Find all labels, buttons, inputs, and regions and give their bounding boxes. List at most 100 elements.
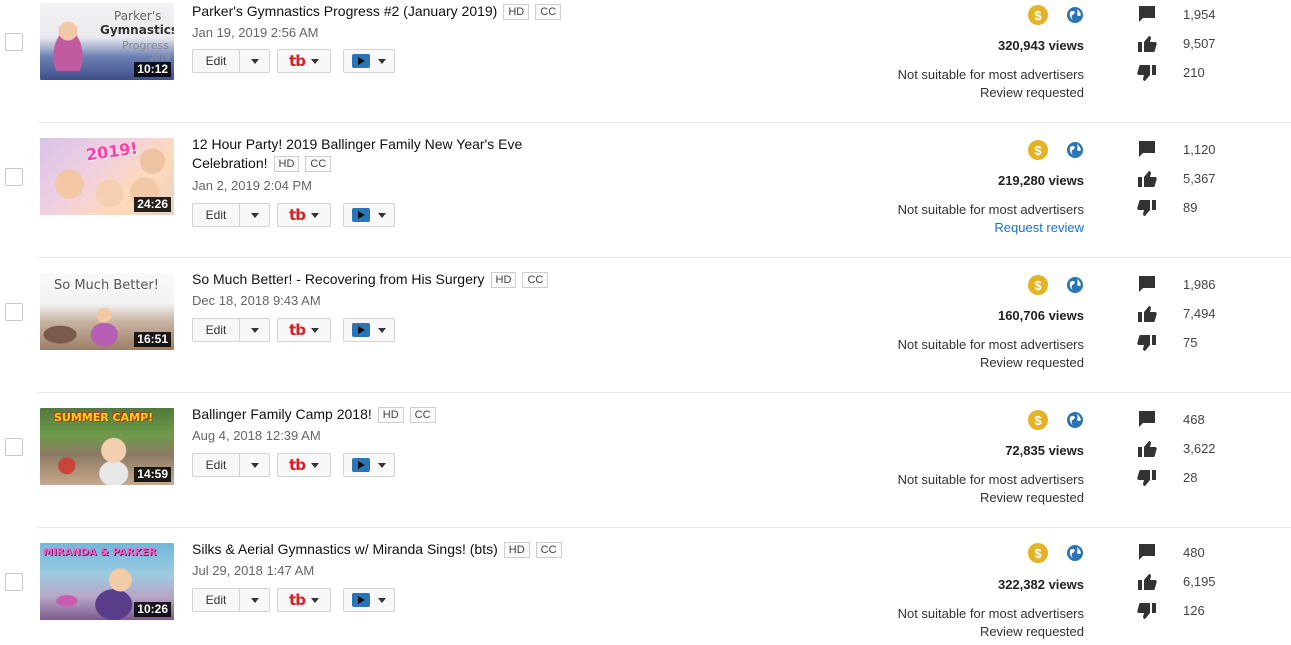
chevron-down-icon	[378, 327, 386, 333]
tubebuddy-button[interactable]: tb	[277, 203, 331, 227]
edit-button[interactable]: Edit	[192, 453, 270, 477]
row-checkbox[interactable]	[5, 438, 23, 456]
comment-count: 1,986	[1183, 277, 1216, 292]
chevron-down-icon	[250, 212, 259, 218]
tubebuddy-button[interactable]: tb	[277, 49, 331, 73]
monetization-icon[interactable]: $	[1028, 5, 1048, 25]
vidiq-menu[interactable]	[344, 319, 394, 341]
edit-button[interactable]: Edit	[192, 588, 270, 612]
globe-icon[interactable]	[1066, 411, 1084, 429]
review-status: Review requested	[979, 624, 1084, 639]
vidiq-menu[interactable]	[344, 204, 394, 226]
monetization-icon[interactable]: $	[1028, 543, 1048, 563]
globe-icon[interactable]	[1066, 6, 1084, 24]
review-status: Review requested	[979, 490, 1084, 505]
vidiq-menu[interactable]	[344, 589, 394, 611]
video-title[interactable]: Silks & Aerial Gymnastics w/ Miranda Sin…	[192, 540, 592, 559]
vidiq-menu[interactable]	[344, 50, 394, 72]
cc-badge: CC	[522, 272, 549, 288]
edit-dropdown[interactable]	[239, 319, 269, 341]
vidiq-button[interactable]	[343, 49, 395, 73]
edit-dropdown[interactable]	[239, 589, 269, 611]
edit-dropdown[interactable]	[239, 204, 269, 226]
thumbs-up-icon	[1138, 441, 1157, 457]
comment-count: 468	[1183, 412, 1205, 427]
monetization-icon[interactable]: $	[1028, 410, 1048, 430]
chevron-down-icon	[250, 327, 259, 333]
dislike-count: 126	[1183, 603, 1205, 618]
edit-label[interactable]: Edit	[193, 454, 239, 476]
video-title[interactable]: So Much Better! - Recovering from His Su…	[192, 270, 592, 289]
video-row: So Much Better! 16:51 So Much Better! - …	[0, 258, 1291, 393]
play-icon	[352, 323, 370, 337]
thumbs-down-icon	[1137, 470, 1156, 486]
edit-button[interactable]: Edit	[192, 49, 270, 73]
chevron-down-icon	[310, 597, 319, 603]
video-title[interactable]: 12 Hour Party! 2019 Ballinger Family New…	[192, 135, 592, 173]
video-row: MIRANDA & PARKER 10:26 Silks & Aerial Gy…	[0, 528, 1291, 645]
tubebuddy-menu[interactable]: tb	[278, 454, 330, 476]
video-title-text[interactable]: 12 Hour Party! 2019 Ballinger Family New…	[192, 136, 522, 152]
video-title-text[interactable]: So Much Better! - Recovering from His Su…	[192, 271, 485, 287]
tubebuddy-menu[interactable]: tb	[278, 319, 330, 341]
thumbs-down-icon	[1137, 200, 1156, 216]
hd-badge: HD	[503, 4, 530, 20]
thumbnail-caption: So Much Better!	[54, 278, 159, 293]
vidiq-button[interactable]	[343, 453, 395, 477]
tubebuddy-menu[interactable]: tb	[278, 589, 330, 611]
video-thumbnail[interactable]: SUMMER CAMP! 14:59	[40, 408, 174, 485]
row-checkbox[interactable]	[5, 168, 23, 186]
thumbnail-caption: Gymnastics	[100, 23, 174, 37]
video-title-text[interactable]: Celebration!	[192, 155, 268, 171]
request-review-link[interactable]: Request review	[994, 220, 1084, 235]
video-thumbnail[interactable]: MIRANDA & PARKER 10:26	[40, 543, 174, 620]
monetization-icon[interactable]: $	[1028, 140, 1048, 160]
play-icon	[352, 54, 370, 68]
video-title-text[interactable]: Silks & Aerial Gymnastics w/ Miranda Sin…	[192, 541, 498, 557]
edit-dropdown[interactable]	[239, 454, 269, 476]
row-checkbox[interactable]	[5, 303, 23, 321]
video-thumbnail[interactable]: 2019! 24:26	[40, 138, 174, 215]
video-title[interactable]: Parker's Gymnastics Progress #2 (January…	[192, 2, 592, 21]
video-row: Parker's Gymnastics Progress 2019 10:12 …	[0, 0, 1291, 123]
globe-icon[interactable]	[1066, 141, 1084, 159]
hd-badge: HD	[377, 407, 404, 423]
monetization-status: Not suitable for most advertisers	[897, 337, 1084, 352]
vidiq-button[interactable]	[343, 318, 395, 342]
tubebuddy-button[interactable]: tb	[277, 318, 331, 342]
chevron-down-icon	[250, 58, 259, 64]
video-title-text[interactable]: Ballinger Family Camp 2018!	[192, 406, 372, 422]
thumbs-up-icon	[1138, 36, 1157, 52]
vidiq-menu[interactable]	[344, 454, 394, 476]
edit-button[interactable]: Edit	[192, 203, 270, 227]
tubebuddy-icon: tb	[289, 52, 306, 70]
vidiq-button[interactable]	[343, 203, 395, 227]
like-count: 9,507	[1183, 36, 1216, 51]
edit-label[interactable]: Edit	[193, 204, 239, 226]
video-thumbnail[interactable]: Parker's Gymnastics Progress 2019 10:12	[40, 3, 174, 80]
globe-icon[interactable]	[1066, 544, 1084, 562]
globe-icon[interactable]	[1066, 276, 1084, 294]
monetization-icon[interactable]: $	[1028, 275, 1048, 295]
like-count: 6,195	[1183, 574, 1216, 589]
publish-date: Jan 2, 2019 2:04 PM	[192, 178, 312, 193]
like-count: 5,367	[1183, 171, 1216, 186]
video-title[interactable]: Ballinger Family Camp 2018! HD CC	[192, 405, 592, 424]
edit-button[interactable]: Edit	[192, 318, 270, 342]
tubebuddy-icon: tb	[289, 321, 306, 339]
tubebuddy-menu[interactable]: tb	[278, 204, 330, 226]
tubebuddy-menu[interactable]: tb	[278, 50, 330, 72]
edit-label[interactable]: Edit	[193, 50, 239, 72]
video-title-text[interactable]: Parker's Gymnastics Progress #2 (January…	[192, 3, 497, 19]
vidiq-button[interactable]	[343, 588, 395, 612]
edit-label[interactable]: Edit	[193, 589, 239, 611]
review-status: Review requested	[979, 355, 1084, 370]
edit-dropdown[interactable]	[239, 50, 269, 72]
row-checkbox[interactable]	[5, 33, 23, 51]
edit-label[interactable]: Edit	[193, 319, 239, 341]
tubebuddy-button[interactable]: tb	[277, 588, 331, 612]
video-thumbnail[interactable]: So Much Better! 16:51	[40, 273, 174, 350]
row-checkbox[interactable]	[5, 573, 23, 591]
tubebuddy-button[interactable]: tb	[277, 453, 331, 477]
hd-badge: HD	[273, 156, 300, 172]
